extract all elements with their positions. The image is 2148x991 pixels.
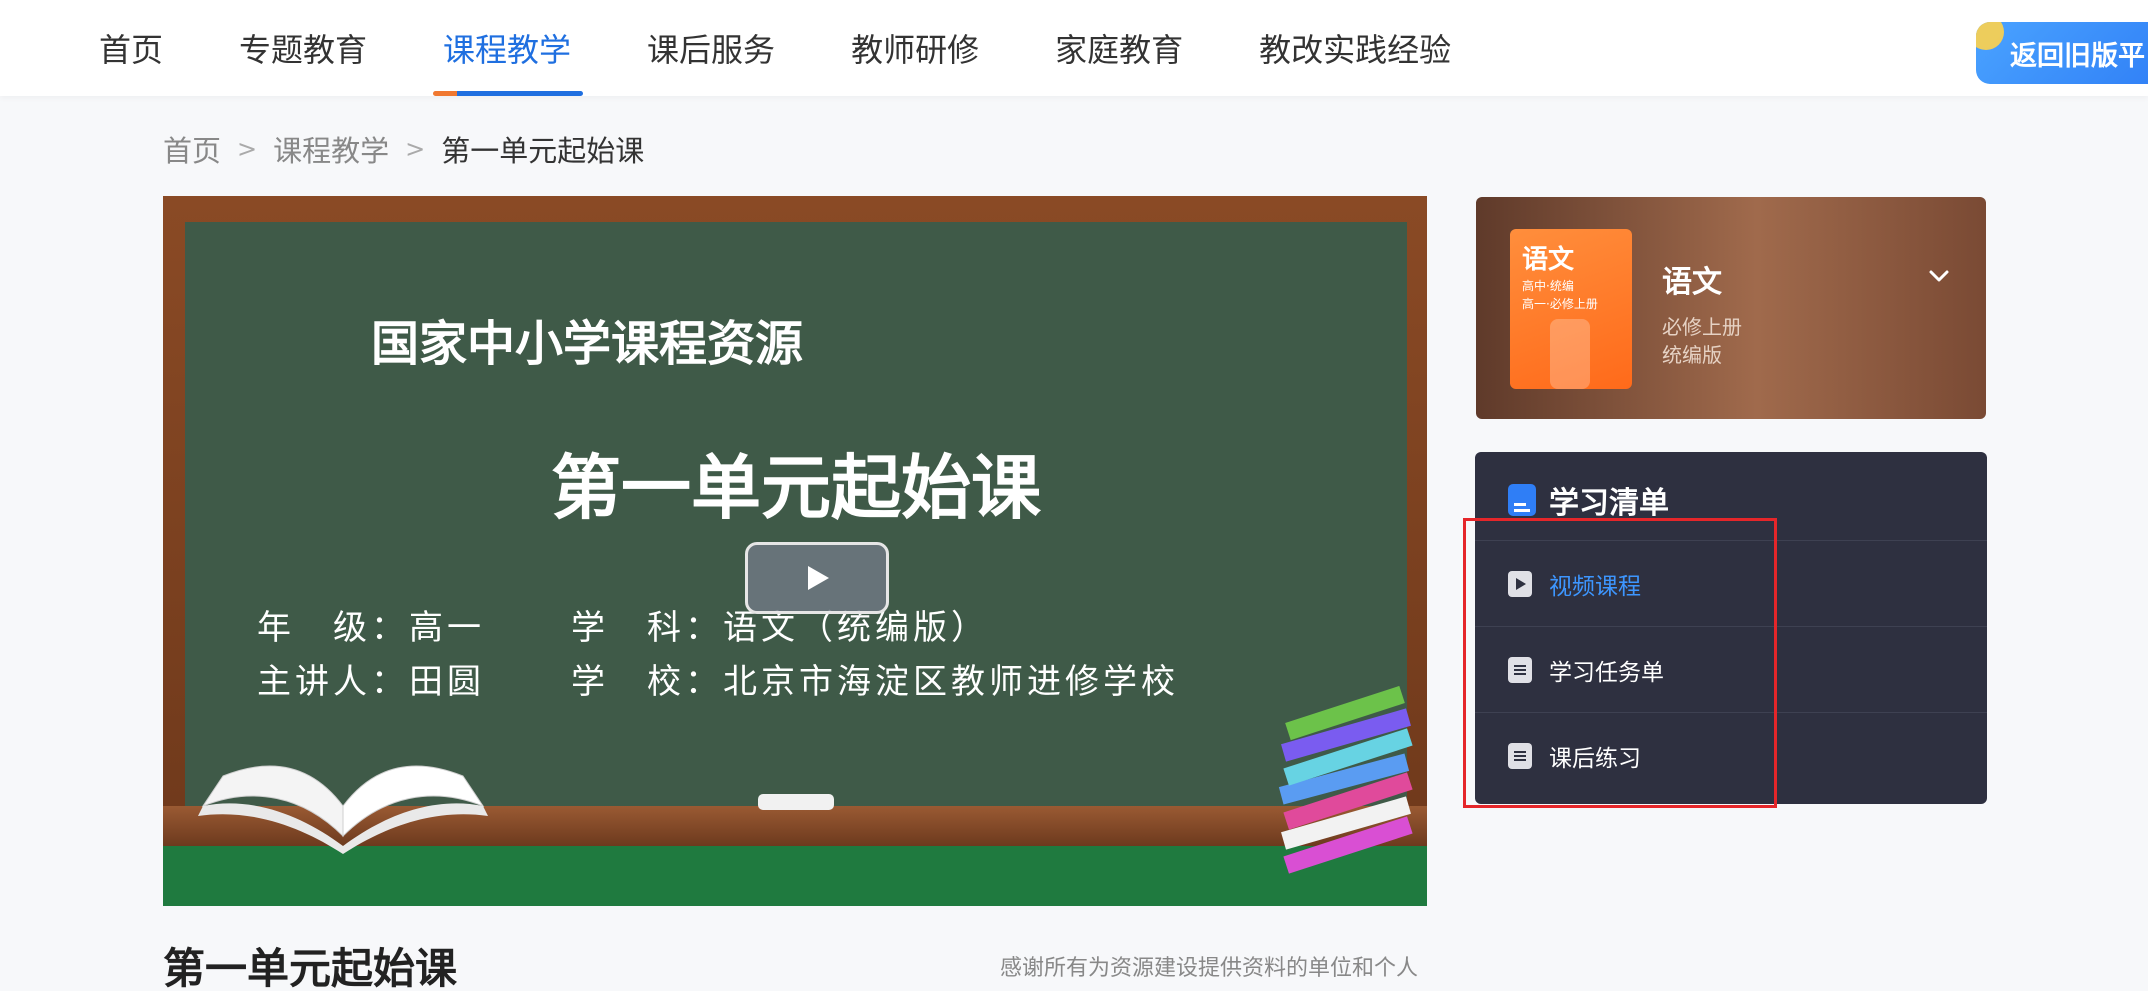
nav-item-family-education[interactable]: 家庭教育 [1055, 0, 1183, 96]
cover-subtitle-line: 高一·必修上册 [1522, 297, 1598, 311]
breadcrumb: 首页 > 课程教学 > 第一单元起始课 [163, 128, 644, 170]
video-org-title: 国家中小学课程资源 [371, 316, 804, 372]
open-book-icon [198, 765, 488, 854]
textbook-edition: 统编版 [1662, 343, 1722, 367]
textbook-selector[interactable]: 语文 高中·统编 高一·必修上册 语文 必修上册 统编版 [1476, 197, 1986, 419]
video-player[interactable]: 国家中小学课程资源 第一单元起始课 年 级：高一 学 科：语文（统编版） 主讲人… [163, 196, 1427, 906]
breadcrumb-separator: > [237, 135, 258, 163]
video-main-title: 第一单元起始课 [551, 447, 1041, 529]
chalk-icon [758, 794, 834, 810]
clipboard-icon [1508, 484, 1536, 516]
nav-item-reform-practice[interactable]: 教改实践经验 [1259, 0, 1451, 96]
corner-decoration [1976, 22, 2004, 50]
nav-item-after-school[interactable]: 课后服务 [647, 0, 775, 96]
nav-item-course-teaching[interactable]: 课程教学 [433, 0, 584, 96]
top-navigation: 首页 专题教育 课程教学 课后服务 教师研修 家庭教育 教改实践经验 返回旧版平 [0, 0, 2148, 96]
cover-decoration [1550, 319, 1590, 389]
study-list-title: 学习清单 [1549, 486, 1669, 521]
book-stack-icon [1278, 686, 1413, 874]
video-teacher: 主讲人：田圆 [257, 662, 485, 702]
video-grade: 年 级：高一 [257, 608, 485, 648]
chevron-down-icon[interactable] [1924, 261, 1954, 291]
highlight-annotation-box [1463, 518, 1777, 808]
cover-subtitle: 高中·统编 高一·必修上册 [1522, 277, 1598, 313]
nav-item-teacher-training[interactable]: 教师研修 [851, 0, 979, 96]
textbook-cover: 语文 高中·统编 高一·必修上册 [1510, 229, 1632, 389]
nav-menu: 首页 专题教育 课程教学 课后服务 教师研修 家庭教育 教改实践经验 [99, 0, 1527, 96]
textbook-volume: 必修上册 [1662, 315, 1742, 339]
breadcrumb-current: 第一单元起始课 [441, 134, 645, 168]
return-old-version-label: 返回旧版平 [2010, 40, 2145, 72]
study-list-header: 学习清单 [1507, 478, 1669, 522]
breadcrumb-separator: > [405, 135, 426, 163]
breadcrumb-home[interactable]: 首页 [163, 128, 221, 170]
cover-subtitle-line: 高中·统编 [1522, 279, 1574, 293]
lesson-title: 第一单元起始课 [163, 944, 458, 991]
textbook-name: 语文 [1662, 265, 1722, 300]
thanks-note: 感谢所有为资源建设提供资料的单位和个人 [1000, 956, 1419, 981]
chalkboard: 国家中小学课程资源 第一单元起始课 年 级：高一 学 科：语文（统编版） 主讲人… [185, 222, 1407, 820]
nav-item-home[interactable]: 首页 [99, 0, 163, 96]
video-school: 学 校：北京市海淀区教师进修学校 [571, 662, 1179, 702]
nav-item-topic-education[interactable]: 专题教育 [239, 0, 367, 96]
cover-title: 语文 [1522, 245, 1575, 275]
play-button[interactable] [745, 542, 889, 614]
return-old-version-button[interactable]: 返回旧版平 [1976, 22, 2148, 84]
play-icon [808, 566, 829, 590]
breadcrumb-section[interactable]: 课程教学 [273, 128, 389, 170]
